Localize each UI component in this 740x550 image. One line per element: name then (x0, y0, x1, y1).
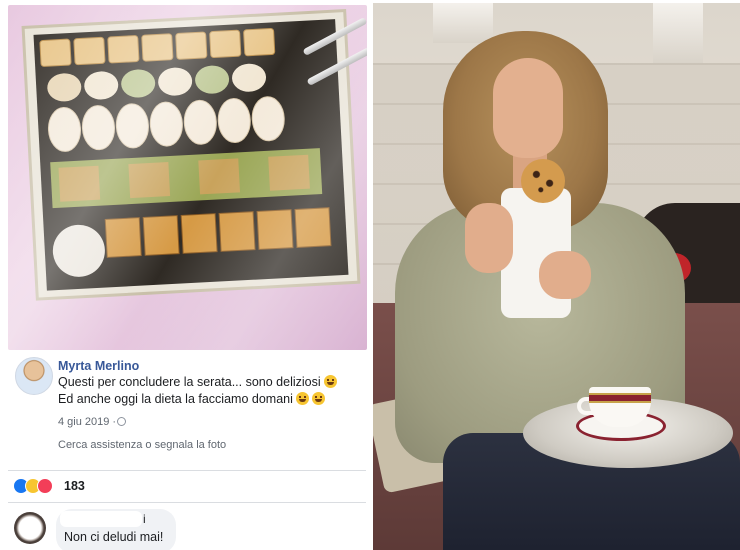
report-photo-link[interactable]: Cerca assistenza o segnala la foto (58, 439, 226, 451)
divider (8, 502, 366, 503)
love-icon (37, 478, 53, 494)
hand (539, 251, 591, 299)
ceiling-beam (433, 3, 493, 43)
post-author-name[interactable]: Myrta Merlino (58, 359, 139, 373)
post-line-2-text: Ed anche oggi la dieta la facciamo doman… (58, 392, 293, 406)
author-avatar[interactable] (15, 357, 53, 395)
public-globe-icon (117, 417, 126, 426)
divider (8, 470, 366, 471)
comment-text: Non ci deludi mai! (64, 530, 164, 544)
chocolate-chip-cookie (521, 159, 565, 203)
post-text-line-1: Questi per concludere la serata... sono … (58, 375, 337, 389)
post-text-line-2: Ed anche oggi la dieta la facciamo doman… (58, 392, 325, 406)
teacup-band (589, 393, 651, 403)
laughing-emoji-icon (295, 392, 309, 405)
woman-eating-cookie-photo (373, 3, 740, 550)
reaction-count[interactable]: 183 (64, 479, 85, 493)
hand-holding-cookie (465, 203, 513, 273)
post-line-1-text: Questi per concludere la serata... sono … (58, 375, 321, 389)
face (493, 58, 563, 158)
smiling-emoji-icon (311, 392, 325, 405)
redacted-commenter-name (60, 511, 142, 527)
commenter-avatar[interactable] (14, 512, 46, 544)
ceiling-beam (653, 3, 703, 63)
post-timestamp[interactable]: 4 giu 2019 · (58, 416, 116, 428)
cellophane-sheen (8, 5, 367, 350)
post-photo-pastries[interactable] (8, 5, 367, 350)
grinning-emoji-icon (323, 375, 337, 388)
commenter-name-fragment[interactable]: i (143, 512, 146, 526)
facebook-post-panel: Myrta Merlino Questi per concludere la s… (0, 0, 370, 550)
